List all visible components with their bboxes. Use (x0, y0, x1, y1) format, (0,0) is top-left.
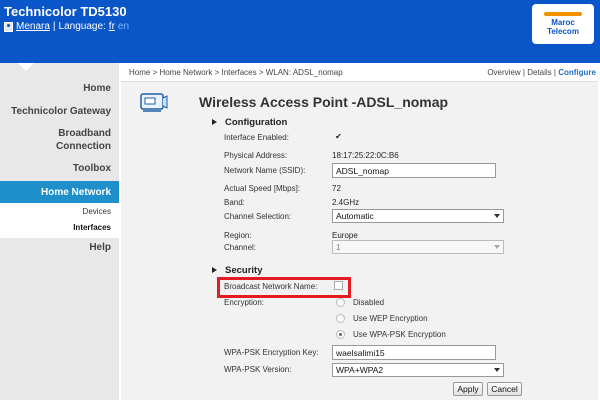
section-arrow-icon (212, 267, 217, 274)
sidebar-item-home[interactable]: Home (83, 82, 111, 95)
actual-speed-value: 72 (332, 184, 341, 193)
device-title: Technicolor TD5130 (4, 4, 127, 19)
maroc-telecom-logo: Maroc Telecom (532, 4, 594, 44)
configure-link[interactable]: Configure (558, 68, 596, 77)
encryption-wep-radio[interactable] (336, 314, 345, 323)
channel-label: Channel: (224, 243, 257, 252)
wpa-psk-version-value: WPA+WPA2 (336, 365, 384, 375)
logo-line1: Maroc (551, 18, 575, 27)
wpa-psk-version-label: WPA-PSK Version: (224, 365, 292, 374)
subnav-item-interfaces[interactable]: Interfaces (73, 223, 111, 232)
band-label: Band: (224, 198, 245, 207)
cancel-button[interactable]: Cancel (487, 382, 522, 396)
sidebar-item-help[interactable]: Help (89, 241, 111, 254)
band-value: 2.4GHz (332, 198, 360, 207)
sidebar-pointer-icon (18, 63, 34, 71)
view-links: Overview | Details | Configure (487, 68, 596, 77)
user-icon (4, 21, 13, 32)
user-link[interactable]: Menara (16, 21, 50, 32)
subnav-item-devices[interactable]: Devices (83, 207, 111, 216)
encryption-label: Encryption: (224, 298, 265, 307)
sidebar-item-home-network[interactable]: Home Network (0, 181, 119, 203)
physical-address-value: 18:17:25:22:0C:B6 (332, 151, 399, 160)
sidebar-item-broadband-line2[interactable]: Connection (56, 140, 111, 153)
highlight-box (217, 277, 351, 298)
security-section-title: Security (212, 265, 263, 276)
wireless-access-point-icon (140, 93, 168, 112)
channel-selection-value: Automatic (336, 211, 374, 221)
language-fr-link[interactable]: fr (109, 21, 115, 32)
logo-line2: Telecom (547, 27, 579, 36)
configuration-section-title: Configuration (212, 117, 287, 128)
config-panel: Wireless Access Point -ADSL_nomap Config… (121, 81, 598, 400)
chevron-down-icon (494, 368, 500, 372)
channel-selection-label: Channel Selection: (224, 212, 292, 221)
wpa-psk-key-label: WPA-PSK Encryption Key: (224, 348, 319, 357)
sidebar-item-broadband-line1[interactable]: Broadband (58, 127, 111, 140)
separator: | (52, 21, 56, 32)
logo-swoosh (544, 12, 582, 16)
encryption-wpa-psk-radio[interactable] (336, 330, 345, 339)
overview-link[interactable]: Overview (487, 68, 520, 77)
section-arrow-icon (212, 119, 217, 126)
ssid-input[interactable]: ADSL_nomap (332, 163, 496, 178)
header-bar: Technicolor TD5130 Menara | Language: fr… (0, 0, 600, 63)
sidebar-item-toolbox[interactable]: Toolbox (73, 162, 111, 175)
wpa-psk-version-select[interactable]: WPA+WPA2 (332, 363, 504, 377)
page-title: Wireless Access Point -ADSL_nomap (199, 94, 449, 110)
user-language-bar: Menara | Language: fr en (4, 21, 129, 32)
channel-select[interactable]: 1 (332, 240, 504, 254)
language-label: Language: (58, 21, 106, 32)
sidebar: Home Technicolor Gateway Broadband Conne… (0, 63, 119, 400)
encryption-wep-label: Use WEP Encryption (353, 314, 428, 323)
language-en-link[interactable]: en (118, 21, 129, 32)
encryption-disabled-radio[interactable] (336, 298, 345, 307)
encryption-disabled-label: Disabled (353, 298, 385, 307)
security-heading: Security (225, 265, 263, 276)
chevron-down-icon (494, 245, 500, 249)
ssid-label: Network Name (SSID): (224, 166, 306, 175)
separator: | (522, 68, 525, 77)
sidebar-item-technicolor-gateway[interactable]: Technicolor Gateway (11, 105, 111, 118)
configuration-heading: Configuration (225, 117, 288, 128)
actual-speed-label: Actual Speed [Mbps]: (224, 184, 301, 193)
details-link[interactable]: Details (527, 68, 551, 77)
main-content: Home > Home Network > Interfaces > WLAN:… (119, 63, 600, 400)
wpa-psk-key-input[interactable]: waelsalimi15 (332, 345, 496, 360)
interface-enabled-label: Interface Enabled: (224, 133, 289, 142)
breadcrumb: Home > Home Network > Interfaces > WLAN:… (129, 68, 343, 77)
sidebar-item-home-network-label: Home Network (40, 186, 111, 198)
channel-value: 1 (336, 242, 341, 252)
physical-address-label: Physical Address: (224, 151, 288, 160)
encryption-wpa-psk-label: Use WPA-PSK Encryption (353, 330, 446, 339)
region-value: Europe (332, 231, 358, 240)
region-label: Region: (224, 231, 252, 240)
channel-selection-select[interactable]: Automatic (332, 209, 504, 223)
chevron-down-icon (494, 214, 500, 218)
sidebar-subnav: Devices Interfaces (0, 203, 119, 238)
interface-enabled-checkbox[interactable]: ✔ (334, 132, 343, 141)
separator: | (553, 68, 556, 77)
apply-button[interactable]: Apply (453, 382, 483, 396)
